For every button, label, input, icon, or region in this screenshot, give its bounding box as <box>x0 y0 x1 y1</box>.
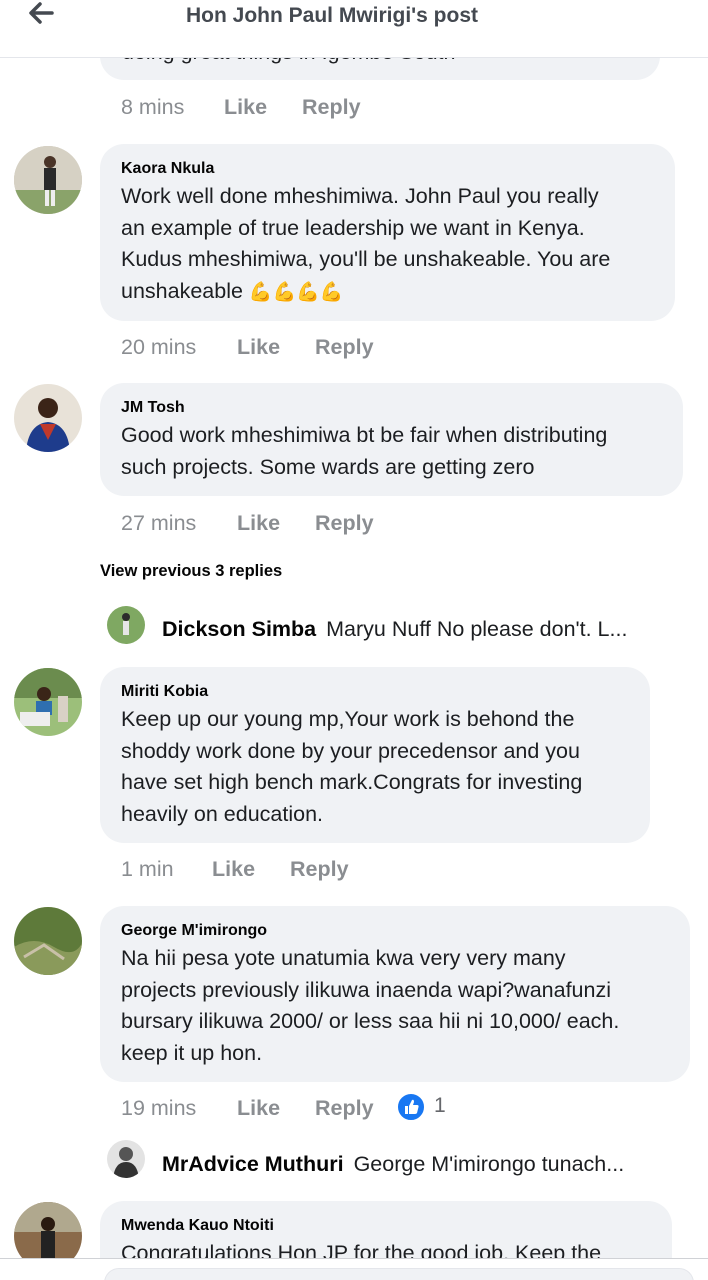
avatar[interactable] <box>14 146 82 214</box>
commenter-name[interactable]: George M'imirongo <box>121 922 267 940</box>
reply-button[interactable]: Reply <box>302 95 361 120</box>
like-button[interactable]: Like <box>237 335 280 360</box>
comment-time: 20 mins <box>121 335 197 359</box>
like-button[interactable]: Like <box>212 857 255 882</box>
write-comment-input[interactable] <box>104 1268 694 1280</box>
commenter-name[interactable]: Miriti Kobia <box>121 683 208 701</box>
avatar[interactable] <box>107 1140 145 1178</box>
commenter-name[interactable]: Kaora Nkula <box>121 160 214 178</box>
reply-preview[interactable]: Dickson Simba Maryu Nuff No please don't.… <box>162 617 627 642</box>
avatar[interactable] <box>14 668 82 736</box>
commenter-name[interactable]: JM Tosh <box>121 399 185 417</box>
like-button[interactable]: Like <box>237 1096 280 1121</box>
view-previous-replies-link[interactable]: View previous 3 replies <box>100 562 282 581</box>
flexed-biceps-emoji: 💪💪💪💪 <box>248 281 344 303</box>
avatar[interactable] <box>14 384 82 452</box>
commenter-name[interactable]: Mwenda Kauo Ntoiti <box>121 1217 274 1235</box>
reply-preview-text: George M'imirongo tunach... <box>353 1152 625 1176</box>
reply-button[interactable]: Reply <box>315 1096 374 1121</box>
like-button[interactable]: Like <box>224 95 267 120</box>
reply-preview[interactable]: MrAdvice Muthuri George M'imirongo tunach… <box>162 1152 624 1177</box>
like-reaction-icon[interactable] <box>396 1092 426 1122</box>
comment-text: Work well done mheshimiwa. John Paul you… <box>121 184 611 303</box>
comment-time: 19 mins <box>121 1096 197 1120</box>
comment-text: Keep up our young mp,Your work is behond… <box>121 707 583 826</box>
comment-text: Na hii pesa yote unatumia kwa very very … <box>121 946 620 1065</box>
reply-button[interactable]: Reply <box>315 511 374 536</box>
reply-author-name: MrAdvice Muthuri <box>162 1152 344 1176</box>
reply-preview-text: Maryu Nuff No please don't. L... <box>326 617 628 641</box>
back-arrow-icon[interactable] <box>26 0 56 26</box>
reply-button[interactable]: Reply <box>290 857 349 882</box>
avatar[interactable] <box>107 606 145 644</box>
post-header: Hon John Paul Mwirigi's post <box>0 0 708 58</box>
page-title: Hon John Paul Mwirigi's post <box>186 4 479 27</box>
avatar[interactable] <box>14 907 82 975</box>
comment-time: 1 min <box>121 857 174 881</box>
like-button[interactable]: Like <box>237 511 280 536</box>
reply-author-name: Dickson Simba <box>162 617 317 641</box>
reply-button[interactable]: Reply <box>315 335 374 360</box>
comment-text: Good work mheshimiwa bt be fair when dis… <box>121 423 608 479</box>
comment-time: 8 mins <box>121 95 185 119</box>
reaction-count: 1 <box>434 1094 446 1117</box>
comment-time: 27 mins <box>121 511 197 535</box>
